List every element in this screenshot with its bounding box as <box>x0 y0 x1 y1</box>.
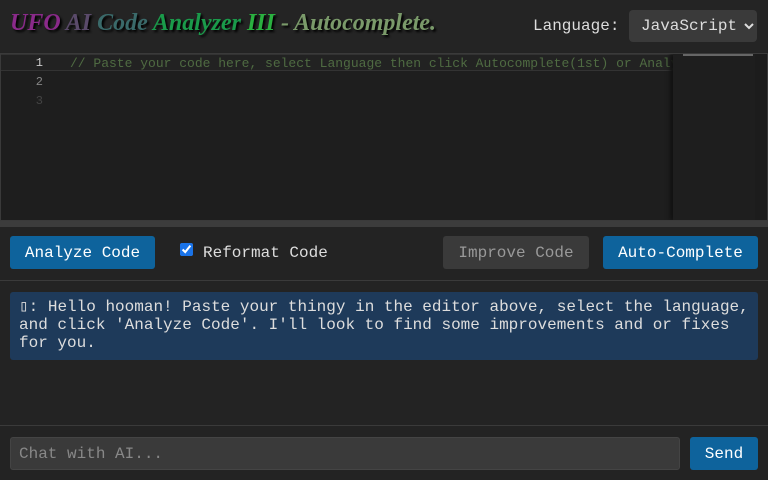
line-number: 1 <box>35 56 43 70</box>
minimap-line <box>683 54 753 56</box>
chat-input-bar: Send <box>0 425 768 480</box>
header: UFO AI Code Analyzer III - Autocomplete.… <box>0 0 768 52</box>
improve-code-button[interactable]: Improve Code <box>443 236 589 269</box>
analyze-code-button[interactable]: Analyze Code <box>10 236 155 269</box>
language-label: Language: <box>533 17 620 35</box>
line-number: 3 <box>35 94 43 108</box>
title-part: III <box>246 10 281 36</box>
title-part: Code <box>97 10 153 36</box>
title-part: UFO <box>10 10 66 36</box>
app-title: UFO AI Code Analyzer III - Autocomplete. <box>10 10 436 37</box>
code-line[interactable]: // Paste your code here, select Language… <box>70 56 733 71</box>
send-button[interactable]: Send <box>690 437 758 470</box>
title-part: Analyzer <box>152 10 247 36</box>
toolbar: Analyze Code Reformat Code Improve Code … <box>0 227 768 281</box>
chat-input[interactable] <box>10 437 680 470</box>
reformat-code-label[interactable]: Reformat Code <box>203 244 328 262</box>
title-part: - Autocomplete. <box>280 10 437 36</box>
vertical-scrollbar[interactable] <box>755 54 767 220</box>
ai-message: ▯: Hello hooman! Paste your thingy in th… <box>10 292 758 360</box>
minimap[interactable] <box>673 54 755 220</box>
reformat-code-checkbox[interactable] <box>180 243 193 256</box>
auto-complete-button[interactable]: Auto-Complete <box>603 236 758 269</box>
line-number: 2 <box>35 75 43 89</box>
code-editor[interactable]: 1 2 3 // Paste your code here, select La… <box>0 53 768 221</box>
line-gutter: 1 2 3 <box>1 54 67 220</box>
chat-history: ▯: Hello hooman! Paste your thingy in th… <box>0 281 768 425</box>
title-part: AI <box>65 10 98 36</box>
language-select[interactable]: JavaScript <box>629 10 757 42</box>
